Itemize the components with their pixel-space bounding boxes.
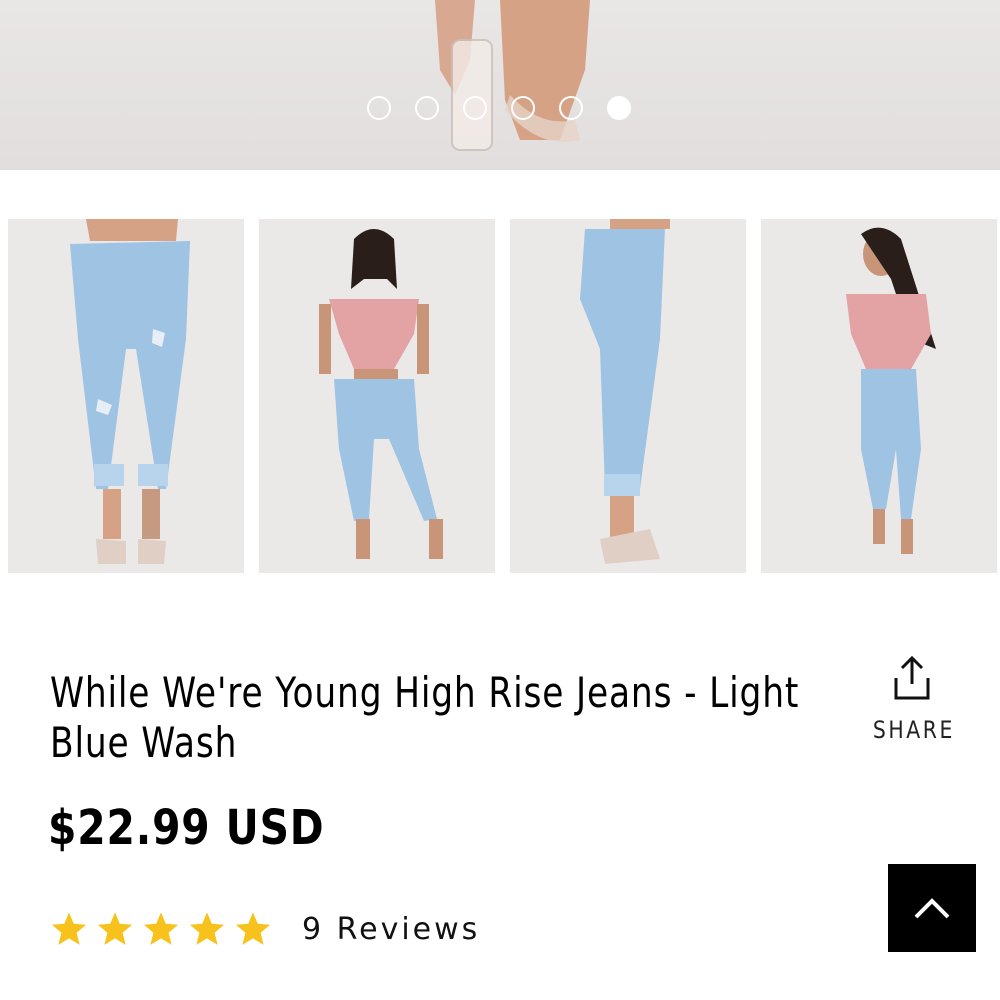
thumbnail-front-full[interactable] (259, 219, 495, 573)
back-to-top-button[interactable] (888, 864, 976, 952)
star-icon (143, 912, 179, 945)
reviews-link[interactable]: 9 Reviews (302, 912, 480, 947)
product-title: While We're Young High Rise Jeans - Ligh… (50, 668, 800, 767)
share-button[interactable]: SHARE (866, 654, 958, 754)
carousel-dots (367, 96, 631, 120)
carousel-dot-5[interactable] (559, 96, 583, 120)
product-price: $22.99 USD (48, 800, 325, 856)
carousel-dot-1[interactable] (367, 96, 391, 120)
star-rating (50, 910, 272, 948)
share-icon (894, 655, 930, 700)
star-icon (51, 912, 87, 945)
thumbnail-strip (8, 219, 998, 573)
carousel-dot-4[interactable] (511, 96, 535, 120)
star-icon (97, 912, 133, 945)
hero-carousel[interactable] (0, 0, 1000, 170)
thumbnail-side-full[interactable] (761, 219, 997, 573)
carousel-dot-3[interactable] (463, 96, 487, 120)
chevron-up-icon (914, 898, 950, 919)
hero-image (435, 0, 590, 151)
thumbnail-side-closeup[interactable] (510, 219, 746, 573)
carousel-dot-6[interactable] (607, 96, 631, 120)
star-icon (235, 912, 271, 945)
carousel-dot-2[interactable] (415, 96, 439, 120)
thumbnail-front-closeup[interactable] (8, 219, 244, 573)
star-icon (189, 912, 225, 945)
share-label: SHARE (872, 716, 955, 744)
rating-row: 9 Reviews (50, 910, 480, 948)
